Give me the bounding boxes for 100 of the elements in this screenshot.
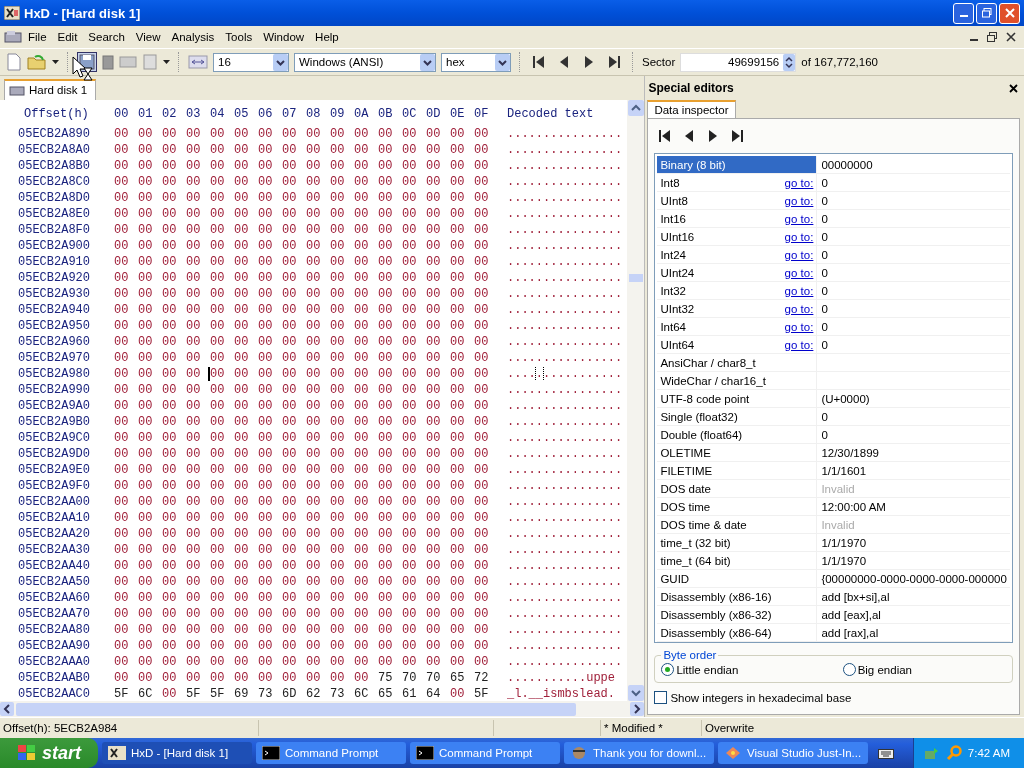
field-name-cell[interactable]: Disassembly (x86-16) bbox=[657, 588, 818, 605]
radio-button[interactable]: Little endian bbox=[661, 663, 739, 676]
go-to-link[interactable]: go to: bbox=[784, 230, 814, 243]
field-name-cell[interactable]: Binary (8 bit) bbox=[657, 156, 818, 173]
byte-cell-text: 00 bbox=[450, 479, 466, 493]
field-name-cell[interactable]: UInt32 go to: bbox=[657, 300, 818, 317]
byte-cell-text: 00 bbox=[138, 527, 154, 541]
caret-icon[interactable] bbox=[163, 60, 170, 64]
offset-base-dropdown[interactable]: hex bbox=[441, 52, 511, 72]
last-icon[interactable] bbox=[730, 129, 745, 143]
bytes-per-row-dropdown[interactable]: 16 bbox=[213, 52, 289, 72]
field-name-cell[interactable]: Int64 go to: bbox=[657, 318, 818, 335]
scroll-down-icon[interactable] bbox=[627, 685, 644, 701]
go-to-link[interactable]: go to: bbox=[784, 194, 814, 207]
taskbar-button[interactable]: Command Prompt bbox=[256, 742, 406, 764]
field-name-cell[interactable]: Int8 go to: bbox=[657, 174, 818, 191]
spinner-icon[interactable] bbox=[783, 53, 796, 71]
byte-cell-text: 00 bbox=[186, 335, 202, 349]
keyboard-icon[interactable] bbox=[878, 747, 894, 759]
restore-icon[interactable] bbox=[987, 32, 997, 42]
taskbar-button[interactable]: Visual Studio Just-In... bbox=[718, 742, 868, 764]
field-name-cell[interactable]: time_t (64 bit) bbox=[657, 552, 818, 569]
field-name-cell[interactable]: Disassembly (x86-32) bbox=[657, 606, 818, 623]
field-name-cell[interactable]: Int32 go to: bbox=[657, 282, 818, 299]
field-name-cell[interactable]: UInt64 go to: bbox=[657, 336, 818, 353]
sector-field[interactable]: 49699156 bbox=[680, 52, 797, 72]
scroll-up-icon[interactable] bbox=[627, 100, 644, 116]
byte-cell-text: 00 bbox=[234, 303, 250, 317]
first-icon[interactable] bbox=[658, 129, 673, 143]
offset-cell-text: 05ECB2AA10 bbox=[17, 511, 91, 525]
menu-item[interactable]: View bbox=[130, 29, 166, 45]
field-name-cell[interactable]: Double (float64) bbox=[657, 426, 818, 443]
charset-dropdown[interactable]: Windows (ANSI) bbox=[294, 52, 436, 72]
go-to-link[interactable]: go to: bbox=[784, 266, 814, 279]
go-to-link[interactable]: go to: bbox=[784, 320, 814, 333]
field-value: add [bx+si],al bbox=[821, 590, 890, 603]
byte-cell-text: 00 bbox=[282, 319, 298, 333]
go-to-link[interactable]: go to: bbox=[784, 302, 814, 315]
field-name-cell[interactable]: WideChar / char16_t bbox=[657, 372, 818, 389]
go-to-link[interactable]: go to: bbox=[784, 212, 814, 225]
field-name-cell[interactable]: OLETIME bbox=[657, 444, 818, 461]
byte-cell-text: 00 bbox=[354, 383, 370, 397]
last-icon[interactable] bbox=[607, 55, 621, 69]
first-icon[interactable] bbox=[532, 55, 546, 69]
field-name-cell[interactable]: Single (float32) bbox=[657, 408, 818, 425]
byte-cell-text: 00 bbox=[330, 559, 346, 573]
field-name-cell[interactable]: UInt16 go to: bbox=[657, 228, 818, 245]
byte-cell-text: 00 bbox=[234, 383, 250, 397]
go-to-link[interactable]: go to: bbox=[784, 284, 814, 297]
radio-button[interactable]: Big endian bbox=[842, 663, 912, 676]
caret-icon[interactable] bbox=[52, 60, 59, 64]
field-name-cell[interactable]: UInt24 go to: bbox=[657, 264, 818, 281]
menu-item[interactable]: Help bbox=[310, 29, 344, 45]
field-name-cell[interactable]: FILETIME bbox=[657, 462, 818, 479]
scroll-left-icon[interactable] bbox=[0, 702, 14, 716]
minimize-button[interactable] bbox=[953, 2, 974, 24]
width-icon[interactable] bbox=[188, 54, 208, 70]
byte-cell-text: 00 bbox=[474, 287, 490, 301]
go-to-link[interactable]: go to: bbox=[784, 248, 814, 261]
field-name-cell[interactable]: GUID bbox=[657, 570, 818, 587]
field-name-cell[interactable]: AnsiChar / char8_t bbox=[657, 354, 818, 371]
decoded-text: ................ bbox=[507, 511, 624, 525]
byte-cell-text: 00 bbox=[306, 383, 322, 397]
byte-cell-text: 00 bbox=[114, 399, 130, 413]
byte-cell-text: 00 bbox=[402, 271, 418, 285]
byte-cell-text: 00 bbox=[282, 655, 298, 669]
field-name-cell[interactable]: Int24 go to: bbox=[657, 246, 818, 263]
field-name-cell[interactable]: UTF-8 code point bbox=[657, 390, 818, 407]
inspector-tab[interactable]: Data inspector bbox=[647, 100, 736, 118]
menu-item[interactable]: Analysis bbox=[166, 29, 220, 45]
field-name-cell[interactable]: DOS time bbox=[657, 498, 818, 515]
menu-item[interactable]: Search bbox=[83, 29, 130, 45]
close-icon[interactable] bbox=[1006, 32, 1016, 42]
start-button[interactable]: start bbox=[0, 738, 98, 768]
hex-integers-checkbox[interactable]: Show integers in hexadecimal base bbox=[654, 691, 1013, 704]
menu-item[interactable]: Window bbox=[258, 29, 310, 45]
field-name-cell[interactable]: time_t (32 bit) bbox=[657, 534, 818, 551]
horizontal-scrollbar[interactable] bbox=[0, 701, 645, 717]
taskbar-button[interactable]: Thank you for downl... bbox=[564, 742, 714, 764]
menu-item[interactable]: Tools bbox=[220, 29, 258, 45]
vertical-scrollbar[interactable] bbox=[627, 100, 645, 701]
field-name-cell[interactable]: Disassembly (x86-64) bbox=[657, 624, 818, 641]
menu-item[interactable]: Edit bbox=[52, 29, 83, 45]
document-tab[interactable]: Hard disk 1 bbox=[4, 79, 97, 100]
field-name-cell[interactable]: Int16 go to: bbox=[657, 210, 818, 227]
scroll-right-icon[interactable] bbox=[630, 702, 645, 716]
close-icon[interactable] bbox=[1009, 83, 1018, 93]
taskbar-button[interactable]: HxD - [Hard disk 1] bbox=[102, 742, 252, 764]
menu-item[interactable]: File bbox=[23, 29, 52, 45]
taskbar-button[interactable]: Command Prompt bbox=[410, 742, 560, 764]
byte-cell-text: 00 bbox=[354, 319, 370, 333]
byte-cell-text: 00 bbox=[378, 303, 394, 317]
byte-cell-text: 00 bbox=[354, 431, 370, 445]
field-name-cell[interactable]: UInt8 go to: bbox=[657, 192, 818, 209]
go-to-link[interactable]: go to: bbox=[784, 338, 814, 351]
byte-cell-text: 00 bbox=[114, 239, 130, 253]
scroll-thumb[interactable] bbox=[628, 274, 643, 282]
close-button[interactable] bbox=[999, 2, 1020, 24]
maximize-button[interactable] bbox=[976, 2, 997, 24]
go-to-link[interactable]: go to: bbox=[784, 176, 814, 189]
